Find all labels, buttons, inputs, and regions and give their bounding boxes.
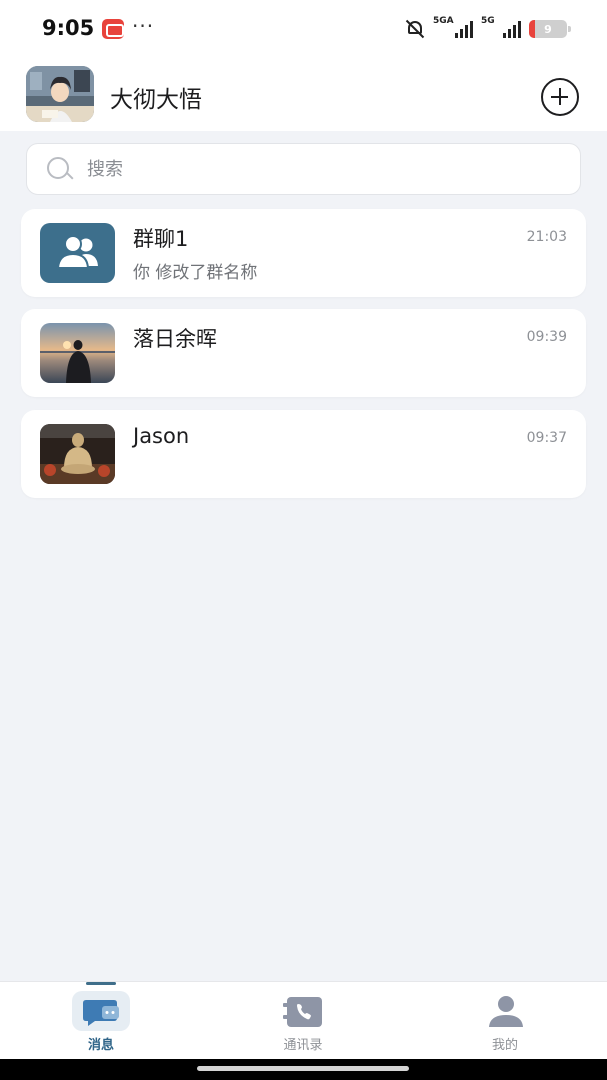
profile-avatar[interactable] [26,66,94,122]
conversation-item-group-chat[interactable]: 群聊1 21:03 你 修改了群名称 [21,209,586,297]
status-icons: 5GA 5G 9 [405,16,571,40]
gesture-bar [0,1059,607,1080]
more-notifications-indicator: ··· [132,14,155,38]
page-title: 大彻大悟 [110,87,202,113]
home-indicator[interactable] [197,1066,409,1071]
signal-5ga-label: 5GA [433,16,454,26]
conversation-time: 09:39 [526,329,567,345]
conversation-name: Jason [133,424,190,448]
sunset-photo [40,323,115,383]
add-button[interactable] [541,78,579,116]
search-input[interactable] [87,144,567,194]
battery-icon: 9 [529,20,571,38]
group-avatar [40,223,115,283]
tab-me[interactable]: 我的 [404,982,606,1060]
battery-level: 9 [544,22,552,36]
conversation-time: 09:37 [526,430,567,446]
tab-contacts-label: 通讯录 [283,1038,323,1053]
conversation-name: 落日余晖 [133,327,217,351]
tab-contacts[interactable]: 通讯录 [202,982,404,1060]
signal-5g-label: 5G [481,16,495,26]
status-bar: 9:05 ··· 5GA 5G 9 [0,0,607,58]
signal-5ga-icon: 5GA [433,16,473,40]
bottom-nav: 消息 通讯录 我的 [0,981,607,1059]
mute-icon [405,19,425,39]
contacts-icon [274,991,332,1031]
tab-me-label: 我的 [491,1038,518,1053]
conversation-item-jason[interactable]: Jason 09:37 [21,410,586,498]
header: 大彻大悟 [0,58,607,131]
conversation-name: 群聊1 [133,227,189,251]
statue-photo [40,424,115,484]
signal-5g-icon: 5G [481,16,521,40]
chat-icon [72,991,130,1031]
search-icon [47,157,74,183]
conversation-time: 21:03 [526,229,567,245]
search-bar[interactable] [26,143,581,195]
notification-app-icon [102,19,124,39]
tab-messages[interactable]: 消息 [0,982,202,1060]
conversation-item-sunset[interactable]: 落日余晖 09:39 [21,309,586,397]
active-tab-indicator [86,982,116,985]
status-time: 9:05 [42,16,95,40]
person-icon [476,991,534,1031]
tab-messages-label: 消息 [87,1038,114,1053]
conversation-preview: 你 修改了群名称 [133,263,258,283]
contact-avatar [40,424,115,484]
group-icon [40,223,115,283]
contact-avatar [40,323,115,383]
